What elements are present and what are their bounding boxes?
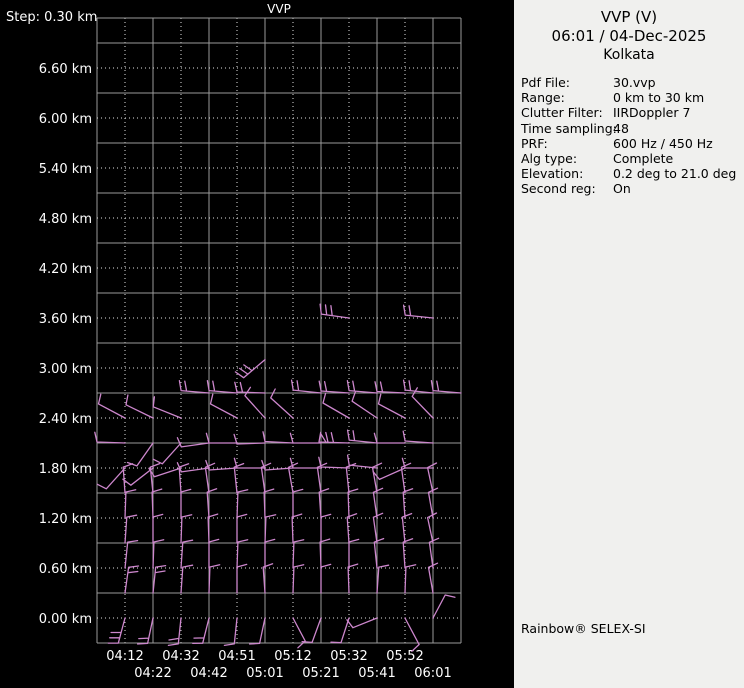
- step-label: Step: 0.30 km: [6, 10, 97, 25]
- x-axis-label: 05:21: [302, 666, 339, 681]
- x-axis-label: 05:41: [358, 666, 395, 681]
- param-row: Clutter Filter: IIRDoppler 7: [521, 105, 741, 120]
- x-axis-label: 05:52: [386, 649, 423, 664]
- product-title: VVP (V): [600, 8, 658, 26]
- param-row: Second reg: On: [521, 181, 741, 196]
- param-value: 0.2 deg to 21.0 deg: [613, 166, 737, 182]
- param-label: Pdf File:: [521, 75, 570, 90]
- param-label: Second reg:: [521, 181, 596, 197]
- panel-header: VVP (V) 06:01 / 04-Dec-2025 Kolkata: [514, 0, 744, 65]
- param-row: Alg type: Complete: [521, 151, 741, 166]
- y-axis-label: 0.00 km: [39, 612, 92, 627]
- x-axis-label: 04:22: [134, 666, 171, 681]
- product-datetime: 06:01 / 04-Dec-2025: [551, 27, 707, 45]
- info-panel: VVP (V) 06:01 / 04-Dec-2025 Kolkata Pdf …: [514, 0, 744, 688]
- param-label: Clutter Filter:: [521, 105, 603, 121]
- y-axis-label: 4.20 km: [39, 262, 92, 277]
- param-label: Range:: [521, 90, 565, 106]
- x-axis-label: 06:01: [414, 666, 451, 681]
- parameter-list: Pdf File: 30.vvp Range: 0 km to 30 km Clutte…: [521, 75, 741, 197]
- param-row: Range: 0 km to 30 km: [521, 90, 741, 105]
- chart-title: VVP: [267, 2, 291, 16]
- y-axis-label: 3.60 km: [39, 312, 92, 327]
- wind-profile-chart: VVP Step: 0.30 km 6.60 km 6.00 km 5.40 km 4.8…: [0, 0, 514, 688]
- param-value: 48: [613, 120, 629, 136]
- y-axis-label: 3.00 km: [39, 362, 92, 377]
- param-value: On: [613, 181, 631, 197]
- brand-footer: Rainbow® SELEX-SI: [521, 621, 646, 636]
- y-axis-label: 6.00 km: [39, 112, 92, 127]
- param-row: Pdf File: 30.vvp: [521, 75, 741, 90]
- param-value: IIRDoppler 7: [613, 105, 691, 121]
- y-axis-label: 0.60 km: [39, 562, 92, 577]
- param-label: Elevation:: [521, 166, 584, 182]
- param-label: Time sampling:: [521, 120, 617, 136]
- x-axis-label: 05:12: [274, 649, 311, 664]
- vvp-product-window: VVP Step: 0.30 km 6.60 km 6.00 km 5.40 km 4.8…: [0, 0, 744, 688]
- x-axis-label: 04:12: [106, 649, 143, 664]
- param-label: Alg type:: [521, 151, 578, 167]
- x-axis-label: 05:01: [246, 666, 283, 681]
- param-value: 0 km to 30 km: [613, 90, 705, 106]
- chart-background: [0, 0, 514, 688]
- y-axis-label: 5.40 km: [39, 162, 92, 177]
- y-axis-label: 2.40 km: [39, 412, 92, 427]
- x-axis-label: 04:32: [162, 649, 199, 664]
- y-axis-label: 4.80 km: [39, 212, 92, 227]
- param-row: PRF: 600 Hz / 450 Hz: [521, 136, 741, 151]
- y-axis-label: 1.80 km: [39, 462, 92, 477]
- x-axis-label: 04:42: [190, 666, 227, 681]
- param-label: PRF:: [521, 135, 548, 151]
- param-row: Elevation: 0.2 deg to 21.0 deg: [521, 166, 741, 181]
- param-value: 30.vvp: [613, 75, 656, 90]
- param-row: Time sampling: 48: [521, 121, 741, 136]
- param-value: 600 Hz / 450 Hz: [613, 135, 713, 151]
- param-value: Complete: [613, 151, 674, 167]
- y-axis-label: 1.20 km: [39, 512, 92, 527]
- y-axis-label: 6.60 km: [39, 62, 92, 77]
- x-axis-label: 05:32: [330, 649, 367, 664]
- site-name: Kolkata: [603, 47, 655, 63]
- x-axis-label: 04:51: [218, 649, 255, 664]
